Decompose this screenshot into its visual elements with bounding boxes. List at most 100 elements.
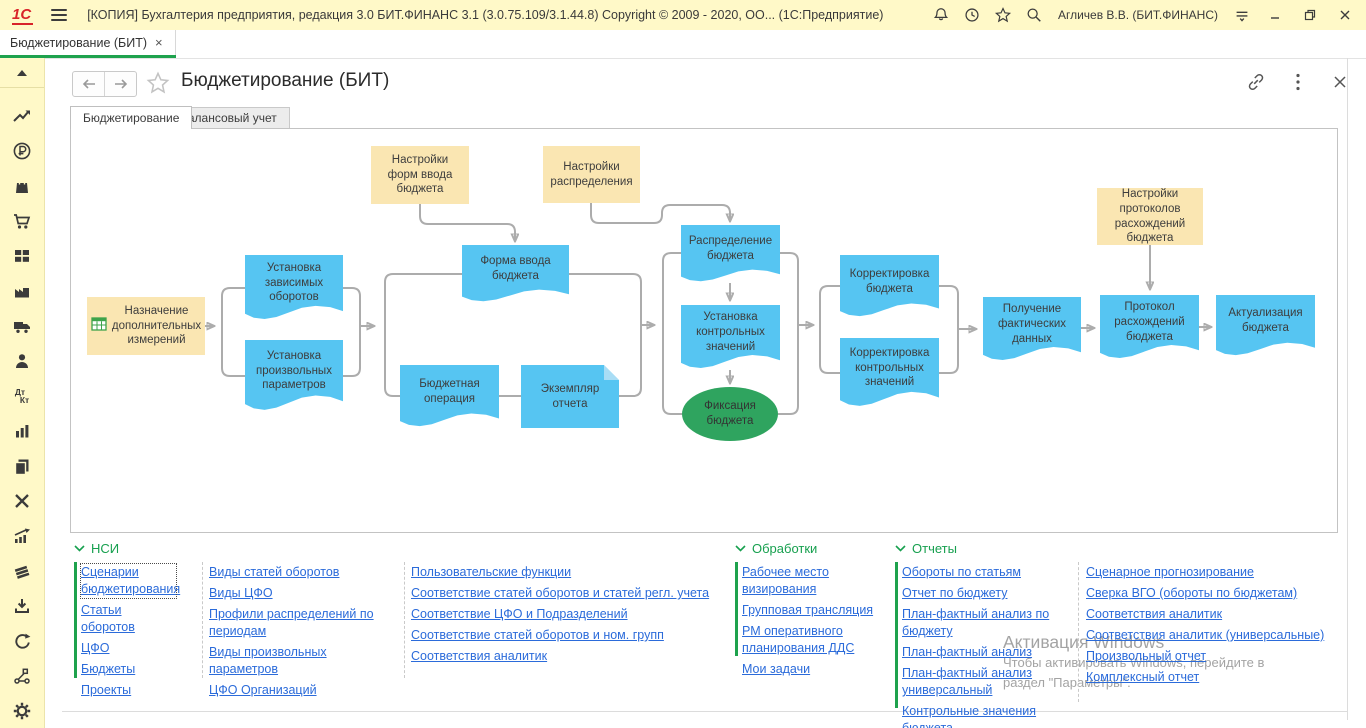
- ruble-coin-icon[interactable]: [5, 133, 39, 168]
- flow-node-naznachenie-dop-izmereniy[interactable]: Назначение дополнительных измерений: [87, 297, 205, 355]
- table-icon: [91, 316, 107, 337]
- workflow-nodes-icon[interactable]: [5, 658, 39, 693]
- form-right-edge: [1347, 58, 1348, 720]
- documents-stack-icon[interactable]: [5, 448, 39, 483]
- link-gruppovaya-translyaciya[interactable]: Групповая трансляция: [742, 602, 892, 619]
- otchety-column-1: Обороты по статьям Отчет по бюджету План…: [902, 564, 1074, 728]
- link-sootvetstvie-cfo-podrazdeleniy[interactable]: Соответствие ЦФО и Подразделений: [411, 606, 723, 623]
- more-actions-icon[interactable]: [1288, 72, 1308, 92]
- link-plan-faktnyy-analiz-po-byudzhetu[interactable]: План-фактный анализ по бюджету: [902, 606, 1074, 640]
- link-moi-zadachi[interactable]: Мои задачи: [742, 661, 892, 678]
- shopping-bag-icon[interactable]: [5, 168, 39, 203]
- link-sootvetstviya-analitik-otchet[interactable]: Соответствия аналитик: [1086, 606, 1326, 623]
- person-icon[interactable]: [5, 343, 39, 378]
- history-icon[interactable]: [961, 4, 983, 26]
- search-icon[interactable]: [1023, 4, 1045, 26]
- link-scenarii-byudzhetirovaniya[interactable]: Сценарии бюджетирования: [81, 564, 176, 598]
- section-accent-bar: [895, 562, 898, 708]
- column-separator: [202, 562, 203, 678]
- column-separator: [1078, 562, 1079, 702]
- chart-line-icon[interactable]: [5, 98, 39, 133]
- restore-button[interactable]: [1297, 4, 1323, 26]
- favorites-star-icon[interactable]: [992, 4, 1014, 26]
- flow-node-nastroyki-protokolov[interactable]: Настройки протоколов расхождений бюджета: [1097, 188, 1203, 245]
- flow-node-fiksaciya-byudzheta[interactable]: Фиксация бюджета: [682, 387, 778, 441]
- shopping-cart-icon[interactable]: [5, 203, 39, 238]
- link-profili-raspredeleniy[interactable]: Профили распределений по периодам: [209, 606, 395, 640]
- nsi-column-3: Пользовательские функции Соответствие ст…: [411, 564, 723, 669]
- section-accent-bar: [735, 562, 738, 656]
- link-sootvetstvie-nom-grupp[interactable]: Соответствие статей оборотов и ном. груп…: [411, 627, 723, 644]
- warehouse-blocks-icon[interactable]: [5, 238, 39, 273]
- otchety-column-2: Сценарное прогнозирование Сверка ВГО (об…: [1086, 564, 1326, 690]
- section-header-nsi[interactable]: НСИ: [74, 541, 119, 556]
- history-nav: [72, 71, 137, 97]
- link-polzovatelskie-funkcii[interactable]: Пользовательские функции: [411, 564, 723, 581]
- link-rabochee-mesto-vizirovaniya[interactable]: Рабочее место визирования: [742, 564, 892, 598]
- forward-button[interactable]: [105, 72, 136, 96]
- analytics-growth-icon[interactable]: [5, 518, 39, 553]
- notifications-bell-icon[interactable]: [930, 4, 952, 26]
- close-window-button[interactable]: [1332, 4, 1358, 26]
- import-download-icon[interactable]: [5, 588, 39, 623]
- tools-icon[interactable]: [5, 483, 39, 518]
- link-proizvolnyy-otchet[interactable]: Произвольный отчет: [1086, 648, 1326, 665]
- flow-node-ekzemplyar-otcheta[interactable]: Экземпляр отчета: [521, 365, 619, 428]
- bar-chart-icon[interactable]: [5, 413, 39, 448]
- service-menu-icon[interactable]: [1231, 4, 1253, 26]
- nsi-column-1: Сценарии бюджетирования Статьи оборотов …: [81, 564, 176, 703]
- money-stack-icon[interactable]: [5, 553, 39, 588]
- tab-budgeting[interactable]: Бюджетирование: [70, 106, 192, 129]
- link-proekty[interactable]: Проекты: [81, 682, 176, 699]
- nsi-column-2: Виды статей оборотов Виды ЦФО Профили ра…: [209, 564, 395, 703]
- application-window: 1С [КОПИЯ] Бухгалтерия предприятия, реда…: [0, 0, 1366, 728]
- link-kontrolnye-znacheniya-byudzheta[interactable]: Контрольные значения бюджета: [902, 703, 1074, 728]
- minimize-button[interactable]: [1262, 4, 1288, 26]
- link-vidy-cfo[interactable]: Виды ЦФО: [209, 585, 395, 602]
- add-favorite-star-icon[interactable]: [146, 71, 170, 100]
- link-rm-operativnogo-planirovaniya[interactable]: РМ оперативного планирования ДДС: [742, 623, 892, 657]
- link-cfo-organizaciy[interactable]: ЦФО Организаций: [209, 682, 395, 699]
- current-user[interactable]: Агличев В.В. (БИТ.ФИНАНС): [1058, 8, 1218, 22]
- gear-icon[interactable]: [5, 693, 39, 728]
- link-sootvetstviya-analitik-universalnye[interactable]: Соответствия аналитик (универсальные): [1086, 627, 1326, 644]
- debit-credit-icon[interactable]: ДтКт: [5, 378, 39, 413]
- link-plan-faktnyy-analiz[interactable]: План-фактный анализ: [902, 644, 1074, 661]
- link-sootvetstviya-analitik[interactable]: Соответствия аналитик: [411, 648, 723, 665]
- link-sverka-vgo[interactable]: Сверка ВГО (обороты по бюджетам): [1086, 585, 1326, 602]
- form-bottom-edge: [62, 711, 1348, 712]
- obrabotki-column: Рабочее место визирования Групповая тран…: [742, 564, 892, 682]
- link-sootvetstvie-statey-regl-ucheta[interactable]: Соответствие статей оборотов и статей ре…: [411, 585, 723, 602]
- tab-close-icon[interactable]: ×: [155, 35, 163, 50]
- flow-node-nastroyki-raspredeleniya[interactable]: Настройки распределения: [543, 146, 640, 203]
- page-title: Бюджетирование (БИТ): [181, 70, 389, 92]
- sidebar-collapse-button[interactable]: [0, 58, 44, 88]
- link-plan-faktnyy-analiz-universalnyy[interactable]: План-фактный анализ универсальный: [902, 665, 1074, 699]
- sync-circular-icon[interactable]: [5, 623, 39, 658]
- main-menu-hamburger-icon[interactable]: [51, 9, 67, 21]
- chevron-down-icon: [895, 545, 906, 552]
- back-button[interactable]: [73, 72, 105, 96]
- link-vidy-proizvolnyh-parametrov[interactable]: Виды произвольных параметров: [209, 644, 395, 678]
- flow-node-nastroyki-form-vvoda[interactable]: Настройки форм ввода бюджета: [371, 146, 469, 204]
- link-vidy-statey-oborotov[interactable]: Виды статей оборотов: [209, 564, 395, 581]
- window-title-bar: 1С [КОПИЯ] Бухгалтерия предприятия, реда…: [0, 0, 1366, 31]
- link-otchet-po-byudzhetu[interactable]: Отчет по бюджету: [902, 585, 1074, 602]
- link-kompleksnyy-otchet[interactable]: Комплексный отчет: [1086, 669, 1326, 686]
- section-accent-bar: [74, 562, 77, 678]
- tab-label: Бюджетирование (БИТ): [10, 36, 147, 50]
- link-cfo[interactable]: ЦФО: [81, 640, 176, 657]
- link-scenarnoe-prognozirovanie[interactable]: Сценарное прогнозирование: [1086, 564, 1326, 581]
- 1c-logo: 1С: [12, 6, 33, 25]
- tab-budgeting-bit[interactable]: Бюджетирование (БИТ) ×: [0, 30, 176, 55]
- link-stati-oborotov[interactable]: Статьи оборотов: [81, 602, 176, 636]
- section-header-otchety[interactable]: Отчеты: [895, 541, 957, 556]
- get-link-icon[interactable]: [1246, 72, 1266, 92]
- chevron-down-icon: [735, 545, 746, 552]
- link-byudzhety[interactable]: Бюджеты: [81, 661, 176, 678]
- truck-icon[interactable]: [5, 308, 39, 343]
- link-oboroty-po-statyam[interactable]: Обороты по статьям: [902, 564, 1074, 581]
- sections-sidebar: ДтКт: [0, 58, 45, 728]
- section-header-obrabotki[interactable]: Обработки: [735, 541, 817, 556]
- factory-icon[interactable]: [5, 273, 39, 308]
